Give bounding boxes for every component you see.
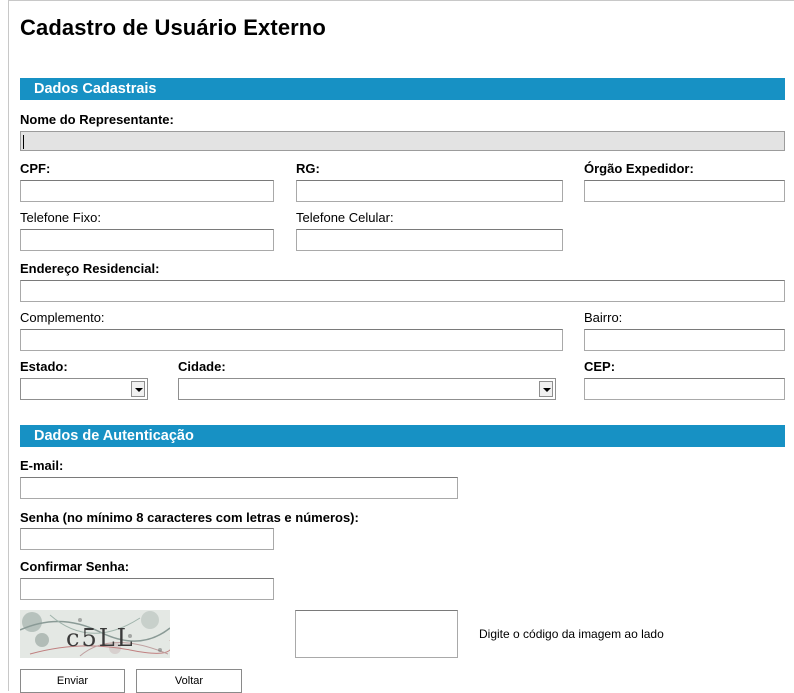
bairro-label: Bairro: [584,310,623,325]
captcha-image: c5LL [20,610,170,658]
telefone-fixo-input[interactable] [20,229,274,251]
email-label: E-mail: [20,458,64,473]
rg-label: RG: [296,161,320,176]
estado-label: Estado: [20,359,68,374]
complemento-input[interactable] [20,329,563,351]
cpf-label: CPF: [20,161,51,176]
enviar-button[interactable]: Enviar [20,669,125,693]
telefone-fixo-label: Telefone Fixo: [20,210,101,225]
confirmar-senha-input[interactable] [20,578,274,600]
section-header-dados-cadastrais: Dados Cadastrais [20,78,785,100]
rg-input[interactable] [296,180,563,202]
bairro-input[interactable] [584,329,785,351]
telefone-celular-input[interactable] [296,229,563,251]
confirmar-senha-label: Confirmar Senha: [20,559,130,574]
cidade-label: Cidade: [178,359,226,374]
section-header-dados-autenticacao: Dados de Autenticação [20,425,785,447]
cpf-input[interactable] [20,180,274,202]
senha-input[interactable] [20,528,274,550]
voltar-button[interactable]: Voltar [136,669,242,693]
nome-representante-input[interactable] [20,131,785,151]
text-caret [23,135,24,149]
endereco-label: Endereço Residencial: [20,261,160,276]
telefone-celular-label: Telefone Celular: [296,210,394,225]
email-input[interactable] [20,477,458,499]
estado-select[interactable] [20,378,148,400]
endereco-residencial-input[interactable] [20,280,785,302]
complemento-label: Complemento: [20,310,105,325]
captcha-text: c5LL [66,624,135,652]
cep-label: CEP: [584,359,616,374]
captcha-instruction: Digite o código da imagem ao lado [479,627,664,641]
page-title: Cadastro de Usuário Externo [20,15,326,40]
captcha-input[interactable] [295,610,458,658]
chevron-down-icon[interactable] [539,381,553,397]
nome-label: Nome do Representante: [20,112,174,127]
senha-label: Senha (no mínimo 8 caracteres com letras… [20,510,359,525]
orgao-expedidor-label: Órgão Expedidor: [584,161,694,176]
cidade-select[interactable] [178,378,556,400]
orgao-expedidor-input[interactable] [584,180,785,202]
chevron-down-icon[interactable] [131,381,145,397]
cep-input[interactable] [584,378,785,400]
